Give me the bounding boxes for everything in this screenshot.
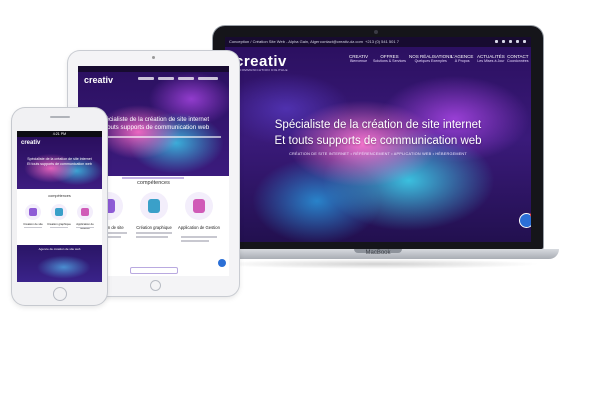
- service-icon: [140, 192, 168, 220]
- nav-item-agence[interactable]: L'AGENCE À Propos: [451, 54, 473, 63]
- home-button[interactable]: [150, 280, 161, 291]
- hero-subheadline: Et touts supports de communication web: [274, 135, 482, 147]
- service-icon: [185, 192, 213, 220]
- chat-icon[interactable]: [218, 259, 226, 267]
- service-title: Création de site: [23, 222, 43, 226]
- twitter-icon[interactable]: [502, 40, 505, 43]
- more-button[interactable]: [130, 267, 178, 274]
- facebook-icon[interactable]: [495, 40, 498, 43]
- service-icon: [25, 204, 41, 220]
- service-title: Application de Gestion: [178, 225, 220, 230]
- service-title: Application de Gestion: [76, 222, 94, 230]
- phone-text: +213 (0) 541 501 7: [365, 39, 399, 44]
- laptop-screen: Conception / Création Site Web - Alpha G…: [225, 37, 531, 242]
- service-card[interactable]: Création graphique: [47, 204, 71, 234]
- address-text: Conception / Création Site Web - Alpha G…: [229, 39, 320, 44]
- email-link[interactable]: contact@creativ-dz.com: [320, 37, 363, 47]
- nav-sublabel: À Propos: [454, 59, 470, 63]
- nav-item-creativ[interactable]: CREATIV Bienvenue: [349, 54, 368, 63]
- service-title: Création graphique: [47, 222, 71, 226]
- hero-tagline: CRÉATION DE SITE INTERNET • RÉFÉRENCEMEN…: [289, 152, 467, 156]
- service-card[interactable]: Création de site: [21, 204, 45, 234]
- site-logo[interactable]: creativ: [21, 140, 40, 146]
- service-card[interactable]: Application de Gestion: [177, 192, 221, 262]
- section-title: compétences: [48, 194, 71, 198]
- service-text: [181, 236, 217, 238]
- top-info-bar: Conception / Création Site Web - Alpha G…: [225, 37, 531, 47]
- nav-item[interactable]: [138, 77, 154, 80]
- google-plus-icon[interactable]: [509, 40, 512, 43]
- laptop-brand-label: MacBook: [365, 250, 391, 256]
- nav-item-offres[interactable]: OFFRES Solutions & Services: [373, 54, 406, 63]
- site-logo[interactable]: creativ: [84, 75, 113, 85]
- home-button[interactable]: [53, 287, 67, 301]
- camera-icon: [152, 56, 155, 59]
- service-icon: [77, 204, 93, 220]
- instagram-icon[interactable]: [516, 40, 519, 43]
- hero-subheadline: Et touts supports de communication web: [27, 162, 92, 166]
- nav-sublabel: Quelques Exemples: [414, 59, 447, 63]
- service-text: [50, 227, 68, 228]
- notification-badge: [530, 213, 531, 217]
- camera-icon: [374, 30, 378, 34]
- hero-headline: Spécialiste de la création de site inter…: [27, 157, 92, 161]
- logo-subtitle: COMMUNICATION DIGITALE: [239, 68, 288, 72]
- nav-sublabel: Solutions & Services: [373, 59, 406, 63]
- service-text: [76, 227, 94, 228]
- nav-sublabel: Coordonnées: [507, 59, 529, 63]
- service-text: [136, 232, 172, 234]
- tablet-top-bar: [78, 66, 229, 72]
- nav-item-actualites[interactable]: ACTUALITÉS Les Mises à Jour: [477, 54, 505, 63]
- nav-item-realisations[interactable]: NOS RÉALISATIONS Quelques Exemples: [409, 54, 452, 63]
- nav-item[interactable]: [198, 77, 218, 80]
- section-kicker: [122, 177, 184, 179]
- hero-headline: Spécialiste de la création de site inter…: [274, 119, 482, 131]
- banner-title: Agence de création de site web: [38, 247, 81, 251]
- service-title: Création graphique: [136, 225, 172, 230]
- laptop-shadow: [215, 259, 541, 269]
- nav-sublabel: Bienvenue: [350, 59, 368, 63]
- speaker-icon: [50, 116, 70, 118]
- linkedin-icon[interactable]: [523, 40, 526, 43]
- service-card[interactable]: Création graphique: [132, 192, 176, 262]
- nav-item-contact[interactable]: CONTACT Coordonnées: [507, 54, 529, 63]
- nav-sublabel: Les Mises à Jour: [477, 59, 505, 63]
- nav-item[interactable]: [158, 77, 174, 80]
- service-text: [136, 236, 168, 238]
- service-text: [24, 227, 42, 228]
- service-text: [181, 240, 209, 242]
- phone-screen: 4:21 PM creativ Spécialiste de la créati…: [17, 131, 102, 282]
- service-card[interactable]: Application de Gestion: [73, 204, 97, 234]
- service-icon: [51, 204, 67, 220]
- nav-item[interactable]: [178, 77, 194, 80]
